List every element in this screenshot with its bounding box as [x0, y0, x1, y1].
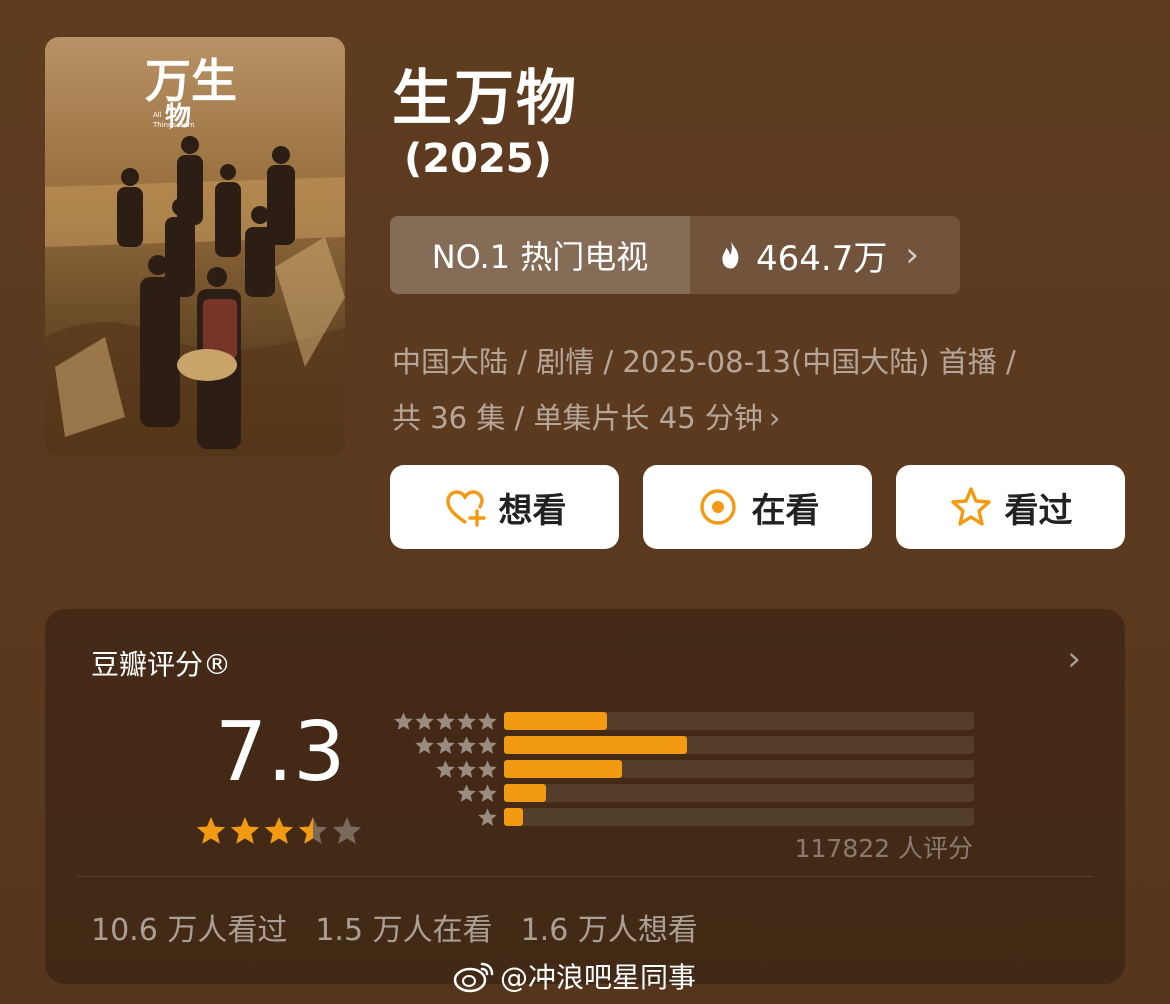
- small-star-icon: [457, 711, 476, 730]
- rating-star-icon: [196, 817, 226, 844]
- watching-button[interactable]: 在看: [643, 465, 872, 549]
- stat-watching: 1.5 万人在看: [315, 913, 493, 948]
- poster-image[interactable]: 万生 物 All Things Born: [45, 37, 345, 456]
- small-star-icon: [457, 783, 476, 802]
- want-to-watch-button[interactable]: 想看: [390, 465, 619, 549]
- watching-label: 在看: [751, 490, 820, 531]
- small-star-icon: [436, 735, 455, 754]
- rating-row-5-star: [383, 709, 983, 733]
- rating-bar-fill: [504, 760, 622, 778]
- heat-value-link[interactable]: 464.7万 ›: [690, 216, 960, 294]
- divider: [77, 876, 1093, 877]
- small-star-icon: [478, 783, 497, 802]
- vote-count: 117822 人评分: [794, 834, 973, 863]
- show-meta[interactable]: 中国大陆 / 剧情 / 2025-08-13(中国大陆) 首播 / 共 36 集…: [392, 334, 1132, 446]
- meta-line-1: 中国大陆 / 剧情 / 2025-08-13(中国大陆) 首播 /: [392, 345, 1016, 379]
- small-star-icon: [415, 711, 434, 730]
- rating-card[interactable]: 豆瓣评分® › 7.3 117822 人评分 10.6 万人看过 1.5 万人在…: [45, 609, 1125, 984]
- weibo-icon: [453, 962, 494, 993]
- rating-title: 豆瓣评分®: [91, 648, 232, 681]
- rating-bar-track: [504, 736, 974, 754]
- chevron-right-icon[interactable]: ›: [1067, 639, 1081, 679]
- rating-row-2-star: [383, 781, 983, 805]
- rating-bar-track: [504, 712, 974, 730]
- small-star-icon: [394, 711, 413, 730]
- rank-badge[interactable]: NO.1 热门电视 464.7万 ›: [390, 216, 960, 294]
- rating-star-icon: [298, 817, 328, 844]
- svg-text:Things Born: Things Born: [152, 121, 195, 129]
- small-star-icon: [436, 759, 455, 778]
- rank-label: NO.1 热门电视: [390, 216, 690, 294]
- page-title: 生万物: [392, 64, 578, 134]
- small-star-icon: [478, 759, 497, 778]
- row-stars: [435, 759, 498, 780]
- chevron-right-icon: ›: [768, 401, 781, 435]
- fire-icon: [722, 240, 739, 269]
- meta-line-2-text: 共 36 集 / 单集片长 45 分钟: [392, 401, 763, 435]
- rating-bar-track: [504, 808, 974, 826]
- heart-plus-icon: [445, 490, 486, 527]
- watched-button[interactable]: 看过: [896, 465, 1125, 549]
- small-star-icon: [457, 759, 476, 778]
- small-star-icon: [478, 711, 497, 730]
- small-star-icon: [415, 735, 434, 754]
- rating-star-icon: [230, 817, 260, 844]
- rating-distribution: [383, 709, 983, 829]
- release-year: (2025): [404, 136, 552, 182]
- rating-row-3-star: [383, 757, 983, 781]
- rating-row-4-star: [383, 733, 983, 757]
- poster-artwork: 万生 物 All Things Born: [45, 37, 345, 456]
- rating-bar-fill: [504, 712, 608, 730]
- rating-star-icon: [264, 817, 294, 844]
- svg-text:All: All: [153, 111, 162, 119]
- stat-watched: 10.6 万人看过: [91, 913, 288, 948]
- rating-score: 7.3: [215, 705, 346, 800]
- small-star-icon: [436, 711, 455, 730]
- watermark-text: @冲浪吧星同事: [500, 961, 697, 994]
- rating-bar-fill: [504, 736, 688, 754]
- chevron-right-icon: ›: [905, 235, 919, 275]
- meta-line-2: 共 36 集 / 单集片长 45 分钟 ›: [392, 390, 1132, 446]
- rating-bar-track: [504, 784, 974, 802]
- rating-bar-fill: [504, 784, 547, 802]
- rating-row-1-star: [383, 805, 983, 829]
- small-star-icon: [457, 735, 476, 754]
- small-star-icon: [478, 735, 497, 754]
- heat-value: 464.7万: [756, 238, 888, 279]
- watched-label: 看过: [1004, 490, 1073, 531]
- audience-stats: 10.6 万人看过 1.5 万人在看 1.6 万人想看: [91, 905, 698, 949]
- rating-bar-track: [504, 760, 974, 778]
- rating-star-icon: [332, 817, 362, 844]
- star-outline-icon: [950, 487, 991, 526]
- rating-bar-fill: [504, 808, 523, 826]
- want-to-watch-label: 想看: [498, 490, 567, 531]
- row-stars: [393, 711, 498, 732]
- poster-logo-text: 万生: [145, 54, 237, 108]
- row-stars: [456, 783, 498, 804]
- small-star-icon: [478, 807, 497, 826]
- watermark: @冲浪吧星同事: [452, 956, 696, 996]
- row-stars: [477, 807, 498, 828]
- row-stars: [414, 735, 498, 756]
- target-icon: [699, 489, 736, 525]
- rating-stars: [195, 815, 363, 847]
- stat-want: 1.6 万人想看: [520, 913, 698, 948]
